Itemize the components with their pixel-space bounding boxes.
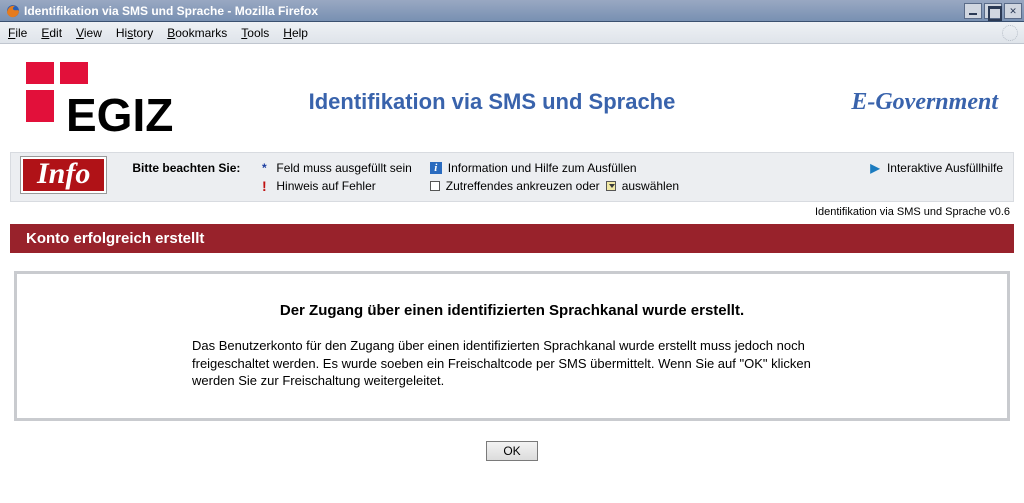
firefox-icon: [6, 4, 20, 18]
page-title: Identifikation via SMS und Sprache: [186, 88, 798, 117]
message-body: Das Benutzerkonto für den Zugang über ei…: [192, 337, 832, 390]
close-button[interactable]: [1004, 3, 1022, 19]
window-title: Identifikation via SMS und Sprache - Moz…: [24, 4, 318, 18]
legend-check-pre: Zutreffendes ankreuzen oder: [446, 179, 600, 193]
version-line: Identifikation via SMS und Sprache v0.6: [0, 202, 1024, 224]
legend-info: Information und Hilfe zum Ausfüllen: [448, 161, 637, 175]
ok-button[interactable]: OK: [486, 441, 537, 461]
throbber-icon: [1002, 25, 1018, 41]
menu-bookmarks[interactable]: Bookmarks: [167, 26, 227, 40]
select-icon: [606, 181, 616, 191]
checkbox-icon: [430, 181, 440, 191]
legend-interactive: Interaktive Ausfüllhilfe: [887, 161, 1003, 175]
maximize-button[interactable]: [984, 3, 1002, 19]
message-panel: Der Zugang über einen identifizierten Sp…: [14, 271, 1010, 421]
menu-view[interactable]: View: [76, 26, 102, 40]
window-buttons: [964, 3, 1022, 19]
menu-history[interactable]: History: [116, 26, 153, 40]
menu-tools[interactable]: Tools: [241, 26, 269, 40]
menu-help[interactable]: Help: [283, 26, 308, 40]
legend-col-info: i Information und Hilfe zum Ausfüllen Zu…: [430, 157, 679, 195]
info-icon: i: [430, 162, 442, 174]
menu-edit[interactable]: Edit: [41, 26, 62, 40]
legend-heading: Bitte beachten Sie:: [132, 157, 240, 175]
legend-error: Hinweis auf Fehler: [276, 179, 375, 193]
egovernment-label: E-Government: [798, 89, 998, 116]
info-badge: Info: [21, 157, 106, 193]
menu-bar: File Edit View History Bookmarks Tools H…: [0, 22, 1024, 44]
egiz-logo: EGIZ: [26, 62, 186, 142]
menu-file[interactable]: File: [8, 26, 27, 40]
required-icon: *: [258, 161, 270, 175]
button-row: OK: [0, 441, 1024, 461]
window-title-bar: Identifikation via SMS und Sprache - Moz…: [0, 0, 1024, 22]
page-body: EGIZ Identifikation via SMS und Sprache …: [0, 44, 1024, 461]
legend-col-interactive: ▶ Interaktive Ausfüllhilfe: [869, 157, 1003, 177]
minimize-button[interactable]: [964, 3, 982, 19]
play-icon: ▶: [869, 161, 881, 175]
legend-bar: Info Bitte beachten Sie: * Feld muss aus…: [10, 152, 1014, 202]
status-banner: Konto erfolgreich erstellt: [10, 224, 1014, 253]
legend-check-post: auswählen: [622, 179, 679, 193]
legend-required: Feld muss ausgefüllt sein: [276, 161, 411, 175]
egiz-logo-shapes: [26, 62, 88, 122]
error-icon: !: [258, 178, 270, 194]
message-heading: Der Zugang über einen identifizierten Sp…: [57, 302, 967, 319]
legend-col-required: * Feld muss ausgefüllt sein ! Hinweis au…: [258, 157, 411, 195]
page-header: EGIZ Identifikation via SMS und Sprache …: [0, 44, 1024, 152]
